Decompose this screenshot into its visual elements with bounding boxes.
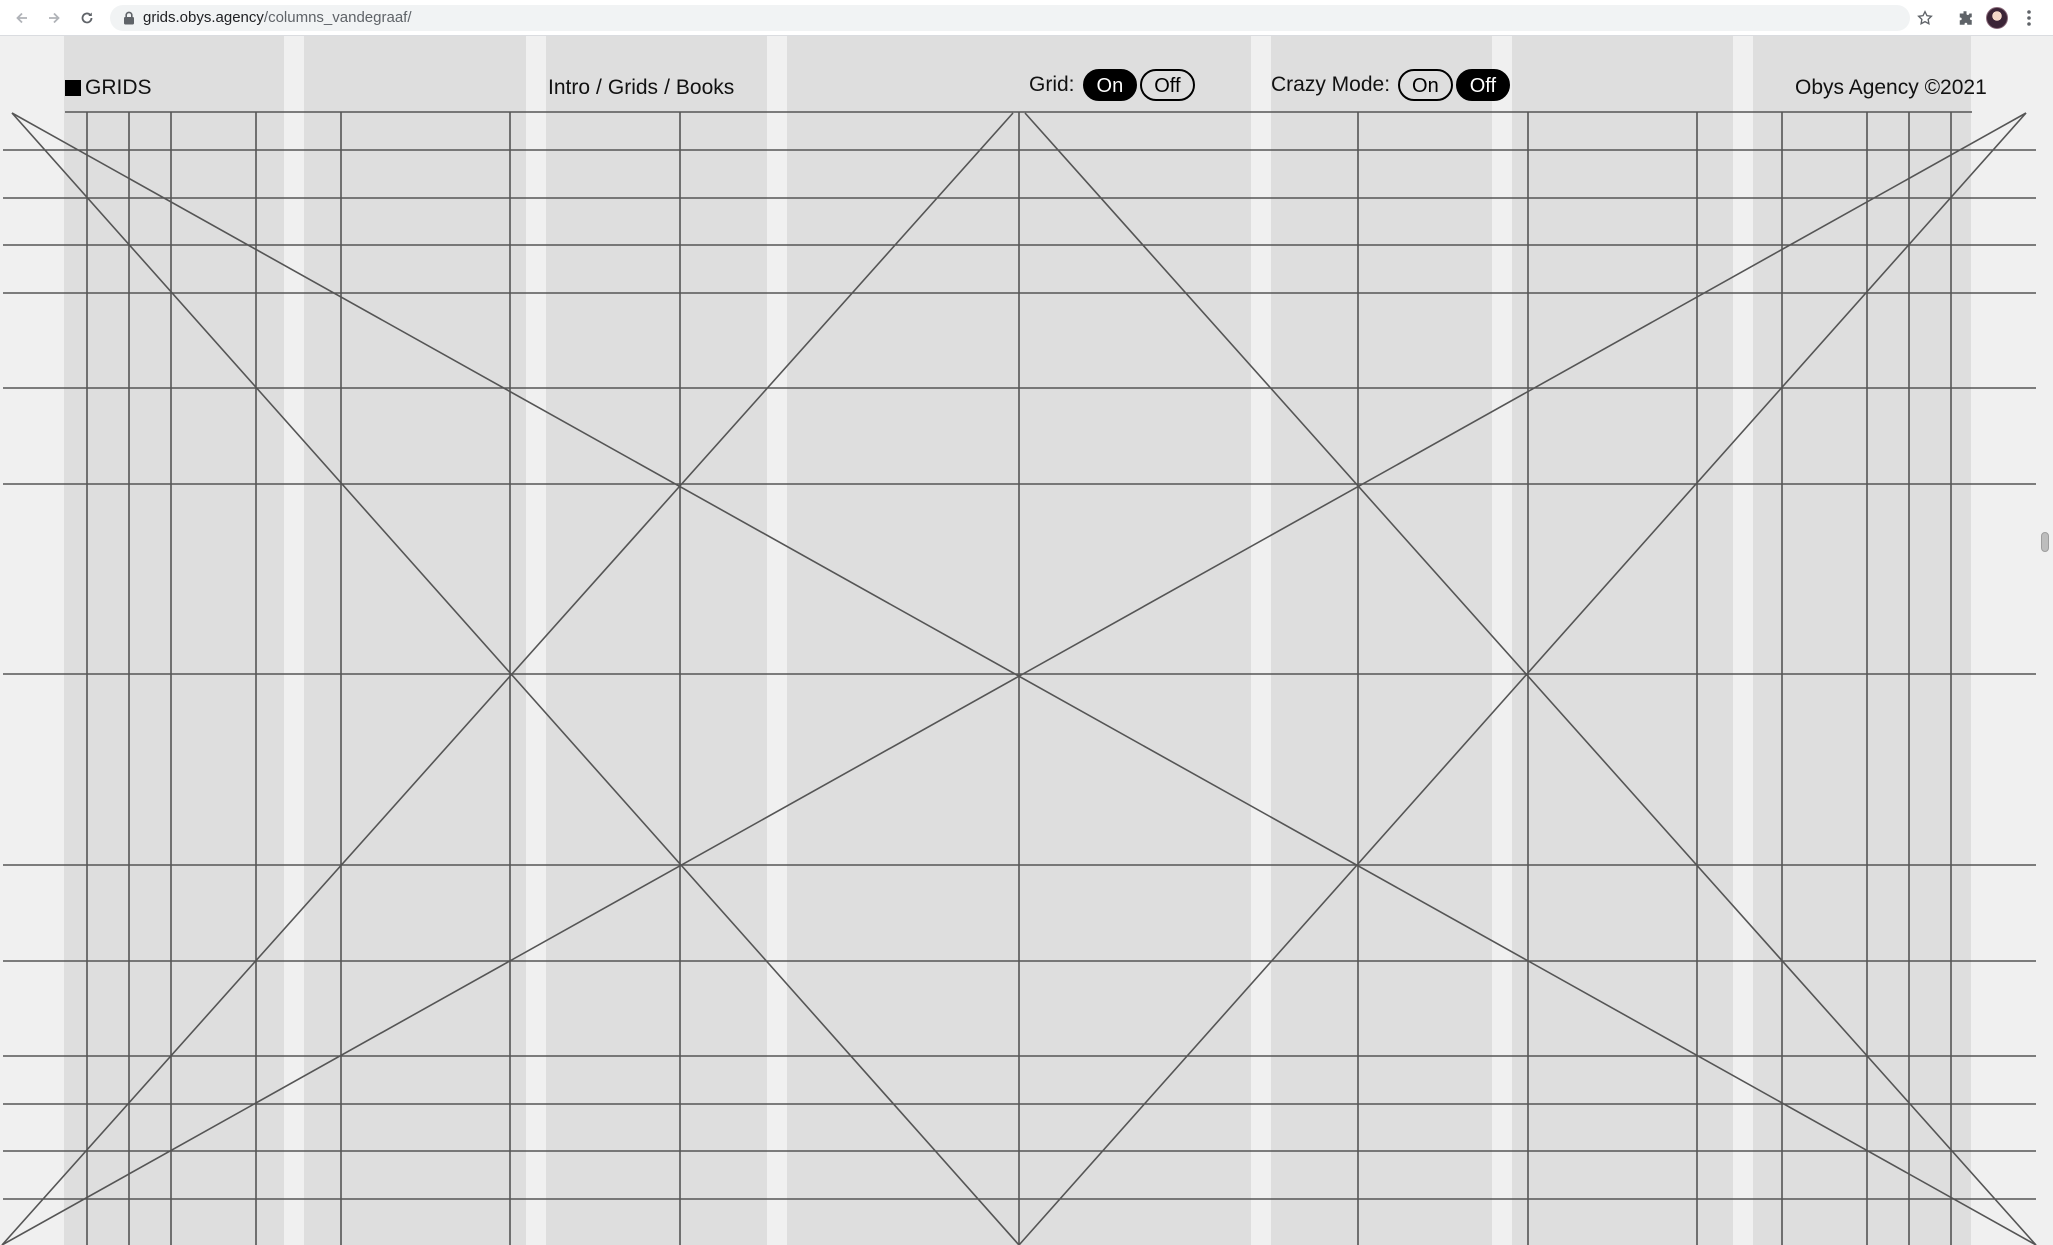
site-header: GRIDS Intro / Grids / Books Grid: On Off Cra… bbox=[0, 36, 2053, 114]
site-logo[interactable]: GRIDS bbox=[65, 76, 152, 100]
grid-toggle: Grid: On Off bbox=[1029, 68, 1195, 102]
breadcrumb-intro[interactable]: Intro bbox=[548, 76, 590, 99]
vandegraaf-grid-lines bbox=[1, 111, 2037, 1245]
grid-toggle-label: Grid: bbox=[1029, 73, 1075, 96]
forward-arrow-icon[interactable] bbox=[42, 6, 66, 30]
breadcrumb-books[interactable]: Books bbox=[676, 76, 734, 99]
star-icon[interactable] bbox=[1913, 6, 1937, 30]
grid-diagonal-line bbox=[1, 112, 1014, 1245]
crazy-mode-label: Crazy Mode: bbox=[1271, 73, 1391, 96]
crazy-on-button[interactable]: On bbox=[1398, 69, 1453, 101]
url-text[interactable]: grids.obys.agency/columns_vandegraaf/ bbox=[143, 5, 412, 31]
logo-text: GRIDS bbox=[85, 76, 152, 99]
breadcrumb-separator: / bbox=[664, 76, 670, 99]
avatar[interactable] bbox=[1986, 7, 2008, 29]
grid-diagonal-line bbox=[1024, 112, 2037, 1245]
crazy-mode-toggle: Crazy Mode: On Off bbox=[1271, 68, 1511, 102]
scrollbar-thumb[interactable] bbox=[2041, 532, 2049, 552]
breadcrumb-separator: / bbox=[596, 76, 602, 99]
grid-diagonal-line bbox=[11, 112, 2037, 1245]
grid-off-button[interactable]: Off bbox=[1140, 69, 1195, 101]
reload-icon[interactable] bbox=[75, 6, 99, 30]
more-menu-icon[interactable] bbox=[2017, 6, 2041, 30]
grid-diagonal-line bbox=[1018, 112, 2027, 1245]
extensions-icon[interactable] bbox=[1953, 6, 1977, 30]
back-arrow-icon[interactable] bbox=[10, 6, 34, 30]
crazy-off-button[interactable]: Off bbox=[1455, 69, 1511, 101]
browser-toolbar: grids.obys.agency/columns_vandegraaf/ bbox=[0, 0, 2053, 36]
address-bar[interactable]: grids.obys.agency/columns_vandegraaf/ bbox=[110, 5, 1910, 31]
lock-icon[interactable] bbox=[122, 11, 136, 25]
grid-diagonal-line bbox=[11, 112, 1020, 1245]
grid-on-button[interactable]: On bbox=[1082, 69, 1138, 101]
page-canvas: GRIDS Intro / Grids / Books Grid: On Off Cra… bbox=[0, 36, 2053, 1245]
breadcrumb: Intro / Grids / Books bbox=[548, 76, 734, 100]
copyright-text: Obys Agency ©2021 bbox=[1795, 76, 1987, 99]
breadcrumb-grids[interactable]: Grids bbox=[608, 76, 658, 99]
logo-square-icon bbox=[65, 80, 81, 96]
grid-diagonal-line bbox=[1, 112, 2027, 1245]
